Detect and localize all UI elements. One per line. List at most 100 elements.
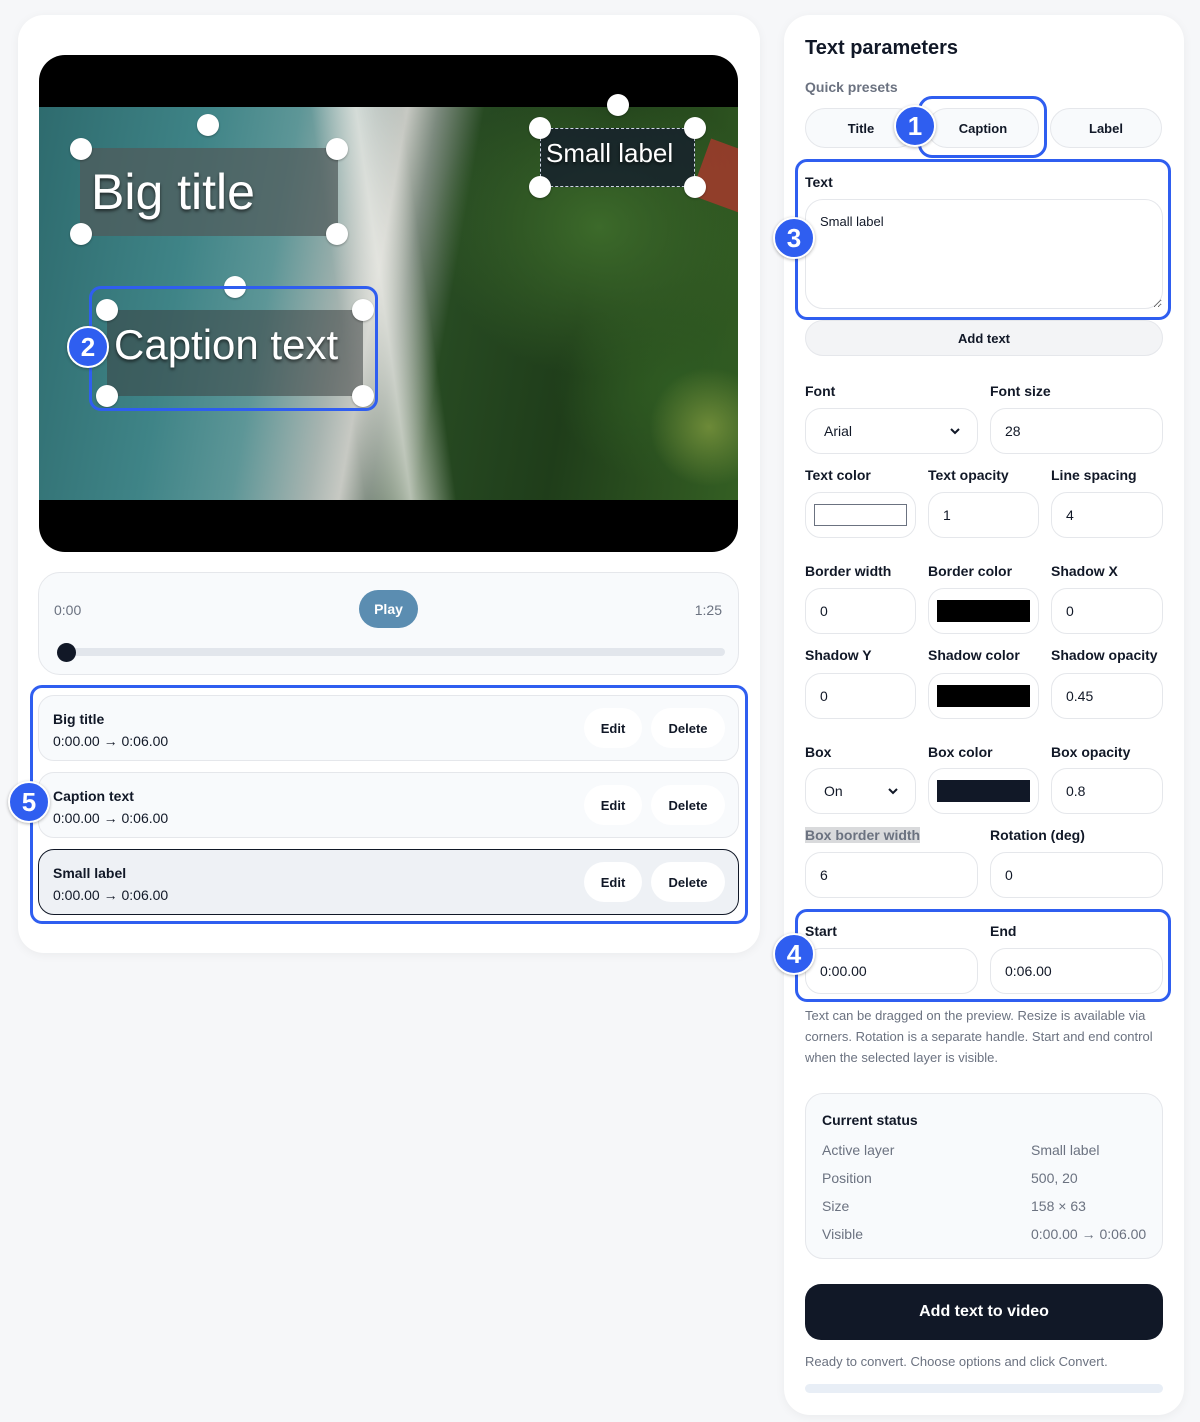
layer-name: Caption text <box>53 788 134 804</box>
text-color-label: Text color <box>805 467 871 483</box>
rotation-label: Rotation (deg) <box>990 827 1085 843</box>
add-text-button[interactable]: Add text <box>805 320 1163 356</box>
layer-time: 0:00.00 → 0:06.00 <box>53 733 169 749</box>
conversion-progress-bar <box>805 1384 1163 1393</box>
current-status-card: Current status Active layer Small label … <box>805 1093 1163 1259</box>
end-time-input[interactable]: 0:06.00 <box>990 948 1163 994</box>
resize-handle[interactable] <box>529 176 551 198</box>
box-opacity-label: Box opacity <box>1051 744 1131 760</box>
shadow-y-input[interactable]: 0 <box>805 673 916 719</box>
shadow-color-label: Shadow color <box>928 647 1020 663</box>
font-select[interactable]: Arial <box>805 408 978 454</box>
resize-handle[interactable] <box>684 117 706 139</box>
rotate-handle[interactable] <box>224 276 246 298</box>
add-text-to-video-button[interactable]: Add text to video <box>805 1284 1163 1340</box>
annotation-badge-2: 2 <box>67 326 109 368</box>
delete-button[interactable]: Delete <box>651 785 725 825</box>
layer-name: Small label <box>53 865 127 881</box>
status-active-layer-label: Active layer <box>822 1142 895 1158</box>
box-color-label: Box color <box>928 744 993 760</box>
delete-button[interactable]: Delete <box>651 708 725 748</box>
preset-label-button[interactable]: Label <box>1050 108 1162 148</box>
quick-presets-label: Quick presets <box>805 79 898 95</box>
layer-item[interactable]: Big title 0:00.00 → 0:06.00 Edit Delete <box>38 695 739 761</box>
border-color-picker[interactable] <box>928 588 1039 634</box>
annotation-badge-5: 5 <box>8 781 50 823</box>
overlay-caption-text[interactable]: Caption text <box>107 310 363 396</box>
ready-status-text: Ready to convert. Choose options and cli… <box>805 1354 1108 1369</box>
status-position-value: 500, 20 <box>1031 1170 1078 1186</box>
annotation-badge-1: 1 <box>894 105 936 147</box>
edit-button[interactable]: Edit <box>584 862 642 902</box>
shadow-color-picker[interactable] <box>928 673 1039 719</box>
end-label: End <box>990 923 1017 939</box>
status-title: Current status <box>822 1112 918 1128</box>
rotation-input[interactable]: 0 <box>990 852 1163 898</box>
resize-handle[interactable] <box>96 385 118 407</box>
shadow-x-input[interactable]: 0 <box>1051 588 1163 634</box>
box-color-picker[interactable] <box>928 768 1039 814</box>
border-width-label: Border width <box>805 563 892 579</box>
resize-handle[interactable] <box>352 299 374 321</box>
box-select[interactable]: On <box>805 768 916 814</box>
status-position-label: Position <box>822 1170 872 1186</box>
resize-handle[interactable] <box>326 138 348 160</box>
layer-time: 0:00.00 → 0:06.00 <box>53 887 169 903</box>
shadow-color-swatch <box>937 685 1030 707</box>
help-text: Text can be dragged on the preview. Resi… <box>805 1008 1153 1065</box>
font-label: Font <box>805 383 836 399</box>
layer-time: 0:00.00 → 0:06.00 <box>53 810 169 826</box>
box-label: Box <box>805 744 832 760</box>
text-opacity-input[interactable]: 1 <box>928 492 1039 538</box>
border-color-swatch <box>937 600 1030 622</box>
text-color-picker[interactable] <box>805 492 916 538</box>
resize-handle[interactable] <box>96 299 118 321</box>
shadow-y-label: Shadow Y <box>805 647 872 663</box>
scrubber-knob[interactable] <box>57 643 76 662</box>
annotation-badge-4: 4 <box>773 933 815 975</box>
shadow-opacity-label: Shadow opacity <box>1051 647 1158 663</box>
resize-handle[interactable] <box>70 138 92 160</box>
resize-handle[interactable] <box>70 223 92 245</box>
box-color-swatch <box>937 780 1030 802</box>
resize-handle[interactable] <box>529 117 551 139</box>
line-spacing-input[interactable]: 4 <box>1051 492 1163 538</box>
status-visible-value: 0:00.00 → 0:06.00 <box>1031 1226 1147 1242</box>
box-border-width-input[interactable]: 6 <box>805 852 978 898</box>
play-button[interactable]: Play <box>359 590 418 628</box>
edit-button[interactable]: Edit <box>584 785 642 825</box>
timeline-scrubber[interactable] <box>57 648 725 656</box>
shadow-opacity-input[interactable]: 0.45 <box>1051 673 1163 719</box>
preset-caption-button[interactable]: Caption <box>927 108 1039 148</box>
status-size-value: 158 × 63 <box>1031 1198 1086 1214</box>
start-time-input[interactable]: 0:00.00 <box>805 948 978 994</box>
resize-handle[interactable] <box>352 385 374 407</box>
shadow-x-label: Shadow X <box>1051 563 1118 579</box>
font-dropdown[interactable]: Arial <box>820 422 963 440</box>
border-width-input[interactable]: 0 <box>805 588 916 634</box>
resize-handle[interactable] <box>326 223 348 245</box>
text-color-swatch <box>814 504 907 526</box>
edit-button[interactable]: Edit <box>584 708 642 748</box>
line-spacing-label: Line spacing <box>1051 467 1137 483</box>
resize-handle[interactable] <box>684 176 706 198</box>
playback-controls: 0:00 Play 1:25 <box>38 572 739 675</box>
overlay-small-label[interactable]: Small label <box>540 128 695 187</box>
rotate-handle[interactable] <box>607 94 629 116</box>
overlay-big-title[interactable]: Big title <box>80 148 338 236</box>
status-active-layer-value: Small label <box>1031 1142 1100 1158</box>
layer-name: Big title <box>53 711 105 727</box>
status-visible-label: Visible <box>822 1226 863 1242</box>
delete-button[interactable]: Delete <box>651 862 725 902</box>
box-dropdown[interactable]: On <box>820 782 901 800</box>
text-input[interactable]: Small label <box>805 199 1163 309</box>
layer-item-selected[interactable]: Small label 0:00.00 → 0:06.00 Edit Delet… <box>38 849 739 915</box>
status-size-label: Size <box>822 1198 850 1214</box>
annotation-badge-3: 3 <box>773 217 815 259</box>
layer-item[interactable]: Caption text 0:00.00 → 0:06.00 Edit Dele… <box>38 772 739 838</box>
rotate-handle[interactable] <box>197 114 219 136</box>
box-opacity-input[interactable]: 0.8 <box>1051 768 1163 814</box>
text-label: Text <box>805 174 833 190</box>
border-color-label: Border color <box>928 563 1013 579</box>
font-size-input[interactable]: 28 <box>990 408 1163 454</box>
